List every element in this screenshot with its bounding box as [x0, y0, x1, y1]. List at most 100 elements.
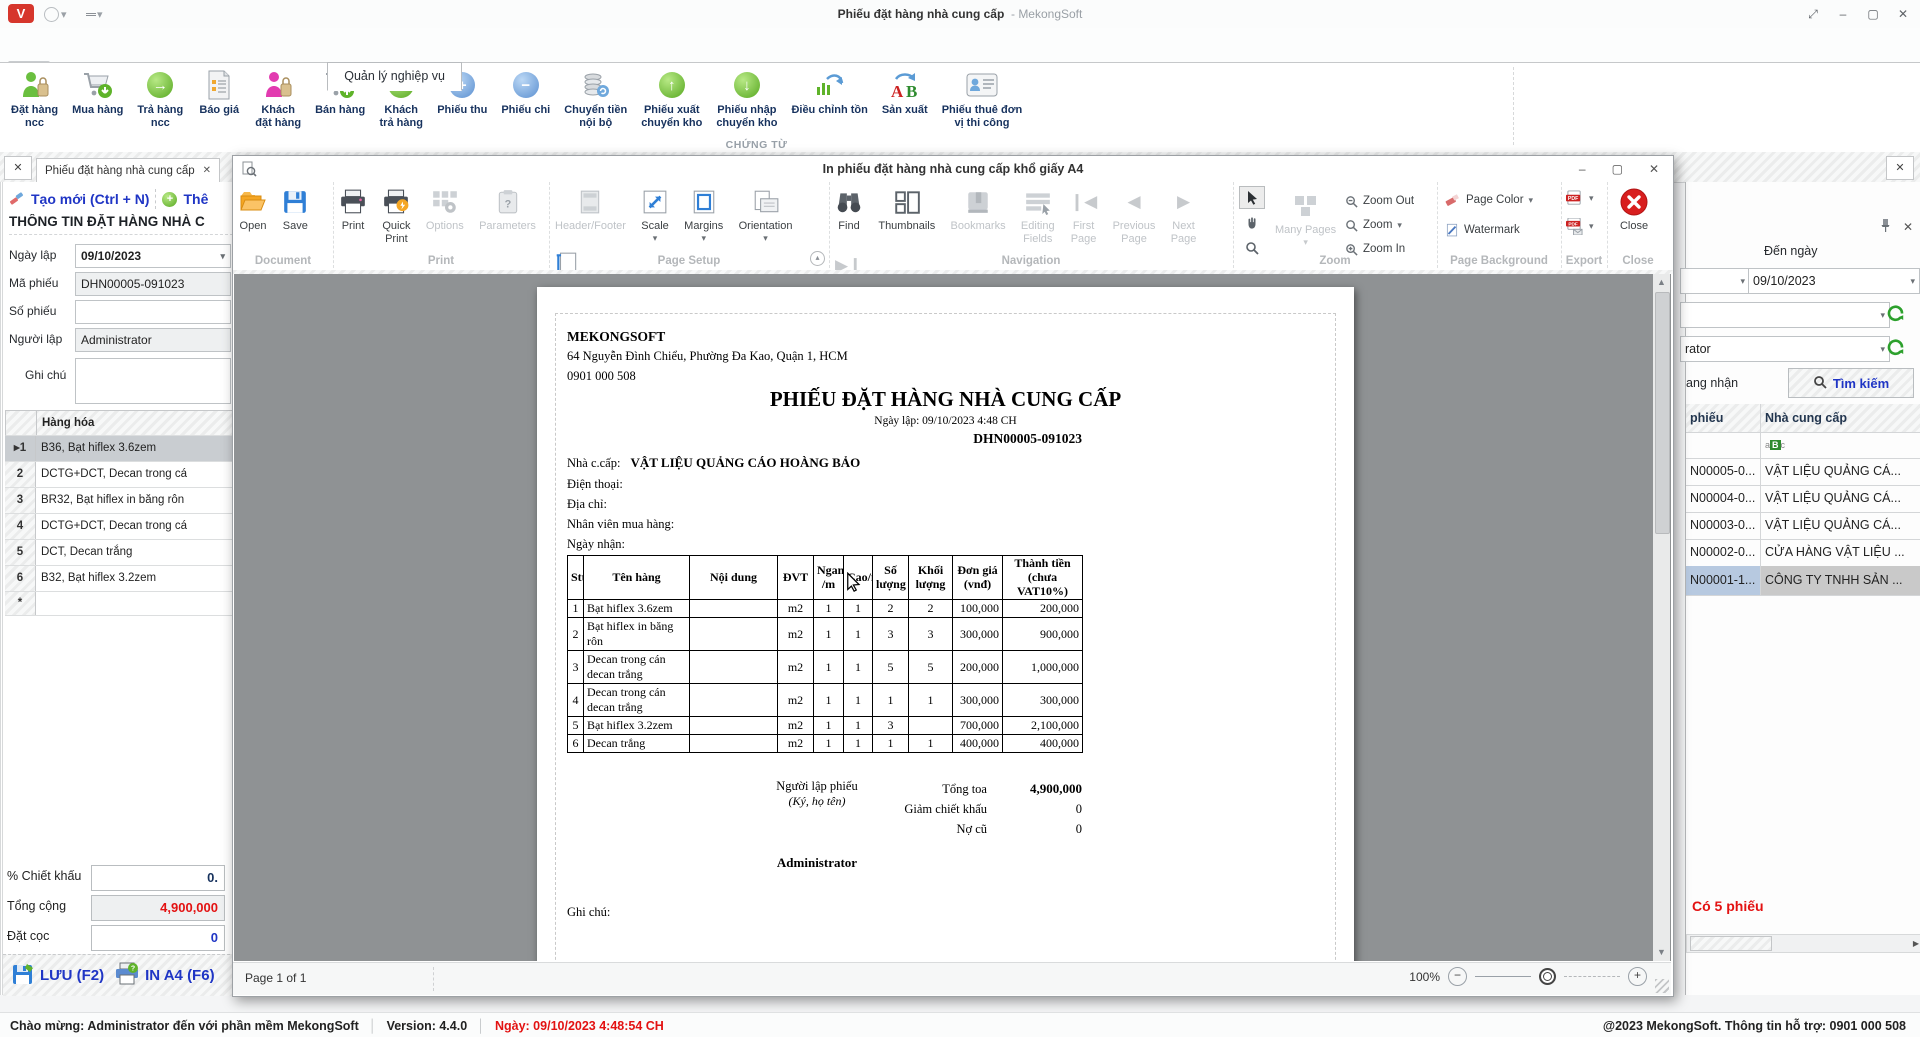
zoom-out-button[interactable]: Zoom Out — [1345, 191, 1414, 211]
horizontal-scrollbar[interactable]: ▶ — [1686, 934, 1920, 953]
save-button[interactable]: LƯU (F2) — [11, 962, 104, 989]
doc-supplier-label: Nhà c.cấp: — [567, 455, 621, 470]
scroll-down-icon[interactable]: ▼ — [1653, 944, 1670, 961]
doc-items-table: SttTên hàng Nội dungĐVT Ngang /mCao/m Số… — [567, 554, 1083, 754]
result-row[interactable]: N00004-0... VẬT LIỆU QUẢNG CÁ... — [1686, 484, 1920, 513]
zoom-in-slider-button[interactable]: + — [1628, 967, 1647, 986]
quick-print-button[interactable]: Quick Print — [376, 182, 416, 246]
minimize-button[interactable]: – — [1828, 0, 1858, 28]
col-header-phieu[interactable]: phiếu — [1686, 403, 1761, 433]
item-row-6[interactable]: 6 B32, Bạt hiflex 3.2zem — [5, 566, 233, 592]
tab-quan-ly-nghiep-vu[interactable]: Quản lý nghiệp vụ — [327, 62, 462, 91]
ribbon-bao-gia[interactable]: Báo giá — [190, 66, 248, 117]
ribbon-phieu-xuat-chuyen-kho[interactable]: ↑ Phiếu xuất chuyển kho — [634, 66, 709, 129]
resize-grip[interactable] — [1655, 979, 1669, 993]
doc-tab-close-icon[interactable]: ✕ — [203, 165, 211, 176]
margins-button[interactable]: Margins ▾ — [678, 182, 729, 244]
ribbon-phieu-nhap-chuyen-kho[interactable]: ↓ Phiếu nhập chuyển kho — [709, 66, 784, 129]
item-row-4[interactable]: 4 DCTG+DCT, Decan trong cá — [5, 514, 233, 540]
ribbon-dieu-chinh-ton[interactable]: Điều chỉnh tồn — [784, 66, 874, 117]
chiet-khau-field[interactable]: 0. — [91, 865, 225, 891]
document-page: MEKONGSOFT 64 Nguyễn Đình Chiểu, Phường … — [537, 287, 1354, 961]
ribbon-phieu-chi[interactable]: − Phiếu chi — [494, 66, 557, 117]
ribbon-chuyen-tien-noi-bo[interactable]: Chuyển tiền nội bộ — [557, 66, 634, 129]
close-preview-button[interactable]: Close — [1613, 182, 1655, 233]
ma-phieu-field[interactable]: DHN00005-091023 — [75, 272, 231, 296]
close-all-tabs-button[interactable]: ✕ — [4, 156, 32, 180]
pointer-tool-button[interactable] — [1239, 186, 1265, 209]
slider-track[interactable] — [1475, 976, 1531, 977]
dialog-close-button[interactable]: ✕ — [1649, 162, 1659, 176]
scale-button[interactable]: Scale ▾ — [635, 182, 675, 244]
items-grid-header[interactable]: Hàng hóa — [5, 410, 233, 436]
preview-vertical-scrollbar[interactable]: ▲ ▼ — [1653, 274, 1670, 961]
so-phieu-field[interactable] — [75, 300, 231, 324]
result-row[interactable]: N00002-0... CỬA HÀNG VẬT LIỆU ... — [1686, 538, 1920, 567]
ngay-lap-field[interactable]: 09/10/2023 ▾ — [75, 244, 231, 268]
zoom-slider-thumb[interactable] — [1539, 968, 1556, 985]
ribbon-dat-hang-ncc[interactable]: Đặt hàng ncc — [4, 66, 65, 129]
search-button[interactable]: Tìm kiếm — [1788, 368, 1914, 398]
supplier-filter-field[interactable]: ▾ — [1680, 302, 1890, 328]
item-row-2[interactable]: 2 DCTG+DCT, Decan trong cá — [5, 462, 233, 488]
slider-track-right[interactable] — [1564, 976, 1620, 977]
ribbon-mua-hang[interactable]: Mua hàng — [65, 66, 130, 117]
scrollbar-thumb[interactable] — [1690, 936, 1772, 951]
scale-icon — [642, 186, 668, 218]
result-row[interactable]: N00005-0... VẬT LIỆU QUẢNG CÁ... — [1686, 457, 1920, 486]
result-row-selected[interactable]: N00001-1... CÔNG TY TNHH SẢN ... — [1686, 565, 1920, 596]
col-header-nha-cung-cap[interactable]: Nhà cung cấp — [1761, 403, 1920, 433]
dat-coc-field[interactable]: 0 — [91, 925, 225, 951]
ghi-chu-field[interactable] — [75, 358, 231, 404]
result-row[interactable]: N00003-0... VẬT LIỆU QUẢNG CÁ... — [1686, 511, 1920, 540]
nguoi-lap-field[interactable]: Administrator — [75, 328, 231, 352]
scroll-right-icon[interactable]: ▶ — [1913, 939, 1919, 948]
print-a4-button[interactable]: ? IN A4 (F6) — [114, 962, 215, 989]
thumbnails-button[interactable]: Thumbnails — [872, 182, 941, 233]
hand-tool-button[interactable] — [1239, 211, 1265, 234]
dialog-statusbar: Page 1 of 1 100% − + — [233, 962, 1671, 995]
maximize-button[interactable]: ▢ — [1858, 0, 1888, 28]
print-button[interactable]: Print — [333, 182, 373, 233]
refresh-icon[interactable] — [1886, 338, 1905, 360]
filter-row[interactable]: aBc — [1686, 431, 1920, 459]
export-send-pdf-button[interactable]: PDF ▾ — [1565, 216, 1594, 236]
fullscreen-button[interactable]: ⤢ — [1798, 0, 1828, 28]
add-button[interactable]: Thê — [183, 191, 209, 207]
den-ngay-field[interactable]: 09/10/2023 ▾ — [1748, 268, 1920, 294]
doc-tab-phieu-dat-hang[interactable]: Phiếu đặt hàng nhà cung cấp ✕ — [36, 158, 221, 182]
pin-icon[interactable] — [1880, 218, 1891, 236]
nguoi-lap-filter-field[interactable]: rator ▾ — [1680, 336, 1890, 362]
dialog-maximize-button[interactable]: ▢ — [1612, 162, 1623, 176]
orientation-button[interactable]: Orientation ▾ — [733, 182, 799, 244]
item-row-1[interactable]: ▸1 B36, Bạt hiflex 3.6zem — [5, 436, 233, 462]
export-pdf-button[interactable]: PDF ▾ — [1565, 188, 1594, 208]
ribbon-san-xuat[interactable]: AB Sản xuất — [875, 66, 935, 117]
item-row-5[interactable]: 5 DCT, Decan trắng — [5, 540, 233, 566]
filter-cell[interactable] — [1686, 431, 1761, 459]
open-button[interactable]: Open — [233, 182, 273, 233]
item-new-row[interactable]: * — [5, 592, 233, 616]
close-window-button[interactable]: ✕ — [1888, 0, 1918, 28]
ribbon-phieu-thue-don-vi-thi-cong[interactable]: Phiếu thuê đơn vị thi công — [935, 66, 1030, 129]
tu-ngay-field-partial[interactable]: ▾ — [1680, 268, 1750, 294]
page-color-button[interactable]: Page Color ▾ — [1445, 190, 1533, 210]
refresh-icon[interactable] — [1886, 304, 1905, 326]
find-button[interactable]: Find — [829, 182, 869, 233]
create-new-button[interactable]: Tạo mới (Ctrl + N) — [31, 191, 149, 207]
zoom-out-slider-button[interactable]: − — [1448, 967, 1467, 986]
dialog-minimize-button[interactable]: – — [1579, 162, 1586, 176]
zoom-button[interactable]: Zoom ▾ — [1345, 215, 1414, 235]
save-document-button[interactable]: Save — [276, 182, 314, 233]
results-grid: phiếu Nhà cung cấp aBc N00005-0... VẬT L… — [1686, 403, 1920, 596]
watermark-button[interactable]: Watermark — [1445, 220, 1533, 240]
ribbon-khach-dat-hang[interactable]: Khách đặt hàng — [248, 66, 308, 129]
ribbon-tra-hang-ncc[interactable]: → Trả hàng ncc — [130, 66, 190, 129]
close-panel-icon[interactable]: ✕ — [1903, 220, 1913, 234]
scroll-up-icon[interactable]: ▲ — [1653, 274, 1670, 291]
preview-surface[interactable]: MEKONGSOFT 64 Nguyễn Đình Chiểu, Phường … — [234, 274, 1671, 961]
close-right-panel-button[interactable]: ✕ — [1886, 156, 1914, 180]
filter-cell[interactable]: aBc — [1761, 432, 1920, 459]
item-row-3[interactable]: 3 BR32, Bạt hiflex in băng rôn — [5, 488, 233, 514]
scrollbar-thumb[interactable] — [1655, 292, 1670, 534]
